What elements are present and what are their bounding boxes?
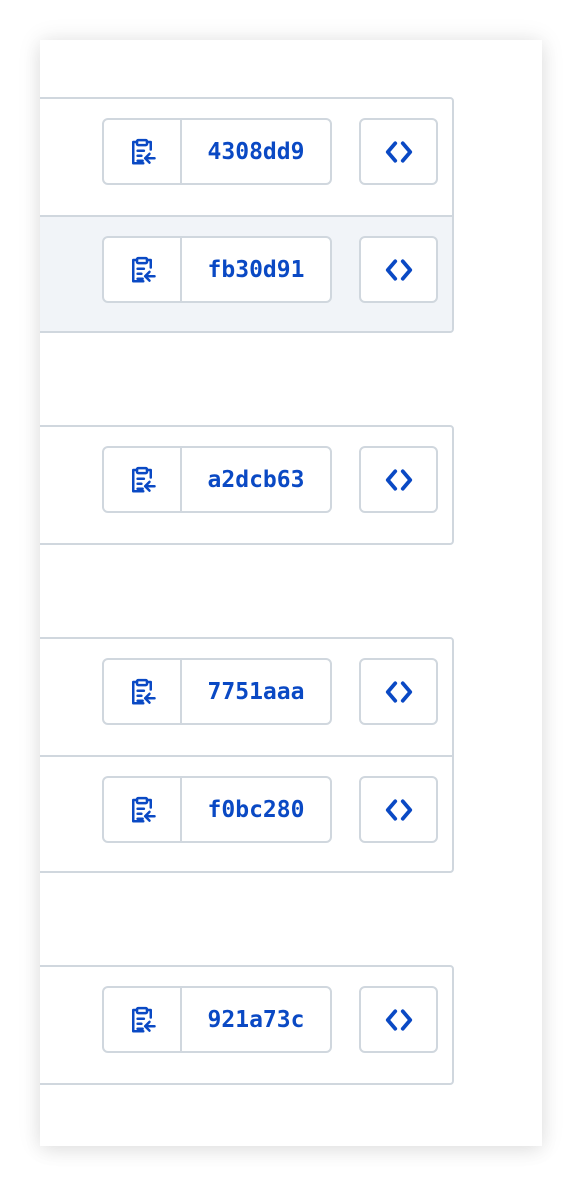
- clipboard-copy-icon: [132, 1006, 156, 1032]
- code-icon: [385, 140, 412, 163]
- commit-sha-link[interactable]: a2dcb63: [182, 448, 330, 511]
- commit-button-group: 7751aaa: [102, 658, 332, 725]
- copy-sha-button[interactable]: [104, 238, 182, 301]
- commit-group: a2dcb63: [40, 425, 454, 545]
- copy-sha-button[interactable]: [104, 120, 182, 183]
- copy-sha-button[interactable]: [104, 988, 182, 1051]
- clipboard-copy-icon: [132, 138, 156, 164]
- commit-sha-link[interactable]: 7751aaa: [182, 660, 330, 723]
- commit-button-group: 4308dd9: [102, 118, 332, 185]
- commit-group: 4308dd9 fb30d91: [40, 97, 454, 333]
- commit-sha-link[interactable]: 921a73c: [182, 988, 330, 1051]
- commit-sha-link[interactable]: 4308dd9: [182, 120, 330, 183]
- copy-sha-button[interactable]: [104, 660, 182, 723]
- browse-repository-button[interactable]: [359, 446, 438, 513]
- clipboard-copy-icon: [132, 466, 156, 492]
- commit-row: a2dcb63: [40, 427, 452, 543]
- copy-sha-button[interactable]: [104, 778, 182, 841]
- code-icon: [385, 1008, 412, 1031]
- commit-row: 4308dd9: [40, 99, 452, 215]
- commit-row: fb30d91: [40, 215, 452, 331]
- browse-repository-button[interactable]: [359, 118, 438, 185]
- commit-group: 7751aaa f0bc280: [40, 637, 454, 873]
- commit-row: f0bc280: [40, 755, 452, 871]
- commit-row: 921a73c: [40, 967, 452, 1083]
- browse-repository-button[interactable]: [359, 236, 438, 303]
- clipboard-copy-icon: [132, 796, 156, 822]
- commit-sha-link[interactable]: fb30d91: [182, 238, 330, 301]
- browse-repository-button[interactable]: [359, 776, 438, 843]
- commit-button-group: f0bc280: [102, 776, 332, 843]
- clipboard-copy-icon: [132, 678, 156, 704]
- code-icon: [385, 258, 412, 281]
- browse-repository-button[interactable]: [359, 658, 438, 725]
- clipboard-copy-icon: [132, 256, 156, 282]
- commit-list-panel: 4308dd9 fb30d91 a2dcb63 7751aaa f0bc280 …: [40, 40, 542, 1146]
- commit-sha-link[interactable]: f0bc280: [182, 778, 330, 841]
- code-icon: [385, 468, 412, 491]
- commit-row: 7751aaa: [40, 639, 452, 755]
- code-icon: [385, 680, 412, 703]
- commit-button-group: fb30d91: [102, 236, 332, 303]
- browse-repository-button[interactable]: [359, 986, 438, 1053]
- commit-group: 921a73c: [40, 965, 454, 1085]
- commit-button-group: 921a73c: [102, 986, 332, 1053]
- code-icon: [385, 798, 412, 821]
- copy-sha-button[interactable]: [104, 448, 182, 511]
- commit-button-group: a2dcb63: [102, 446, 332, 513]
